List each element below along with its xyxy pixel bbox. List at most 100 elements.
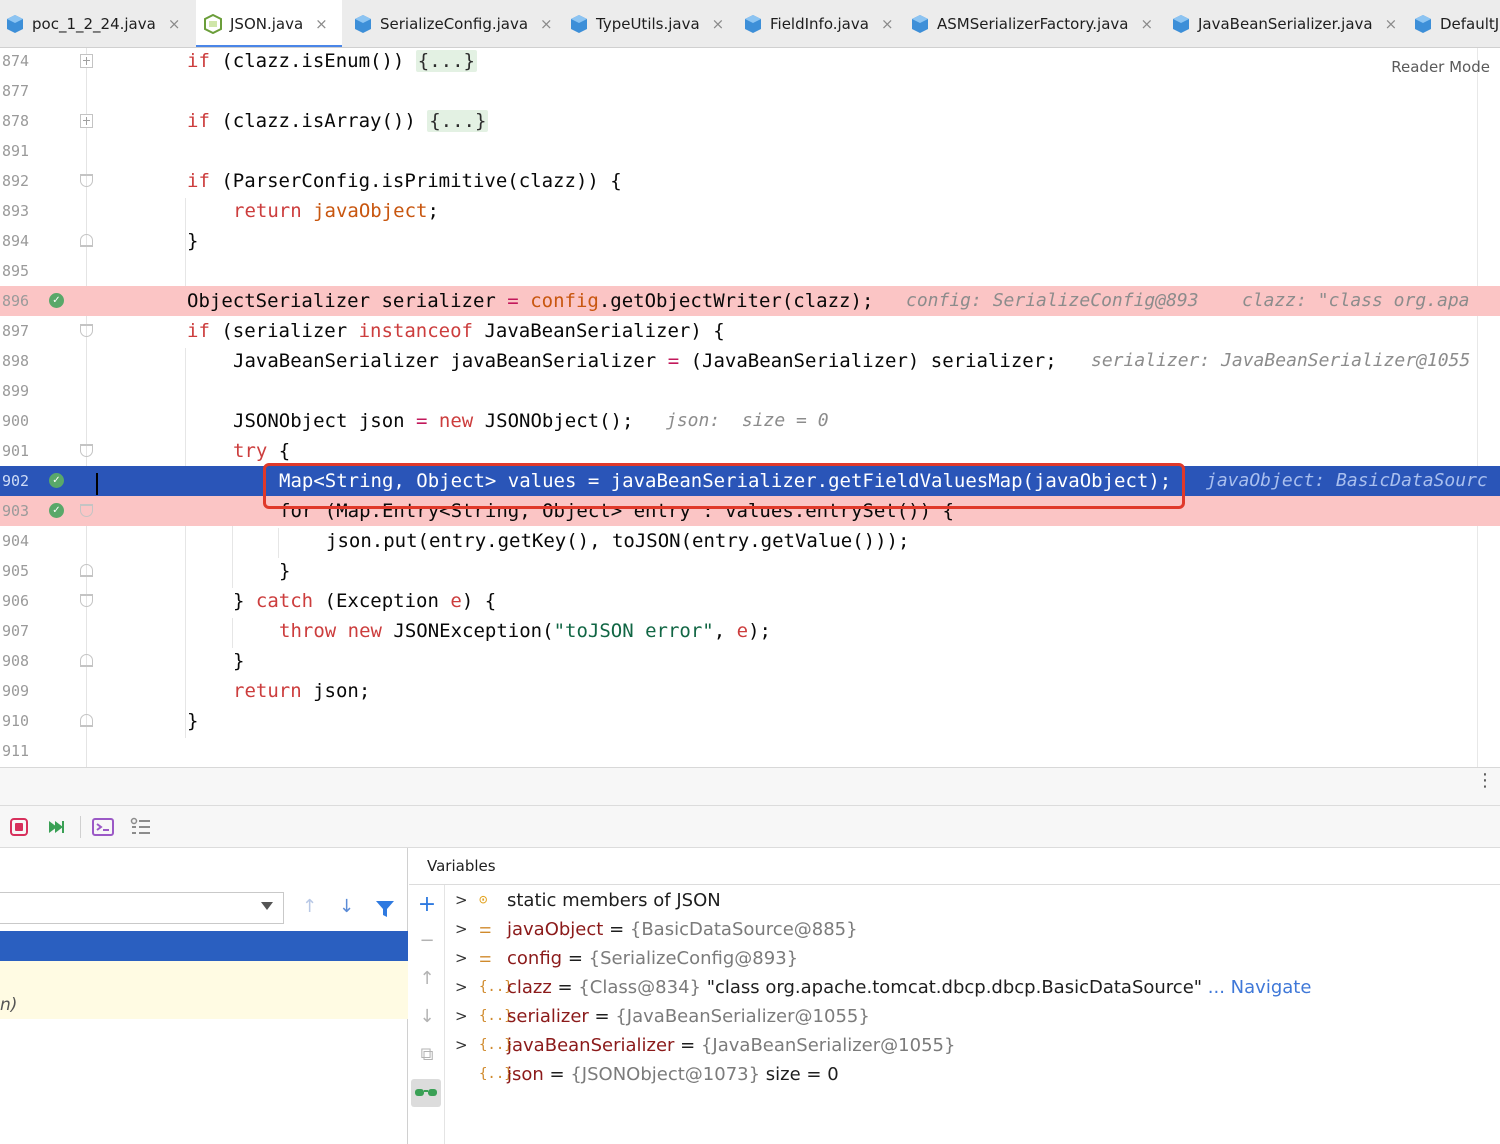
arrow-down-icon[interactable]: ↓: [339, 896, 354, 917]
arrow-up-icon[interactable]: ↑: [415, 967, 439, 991]
copy-icon[interactable]: ⧉: [415, 1043, 439, 1067]
threads-view-button[interactable]: [130, 816, 152, 838]
folded-block[interactable]: {...}: [415, 50, 477, 72]
frame-row[interactable]: n): [0, 991, 408, 1019]
close-icon[interactable]: ×: [1140, 15, 1153, 33]
code-text: if (clazz.isArray()) {...}: [187, 110, 489, 132]
fold-collapse-icon[interactable]: [80, 324, 93, 337]
code-line[interactable]: 905 }: [0, 556, 1500, 586]
close-icon[interactable]: ×: [712, 15, 725, 33]
fold-expand-icon[interactable]: [80, 54, 93, 68]
add-watch-icon[interactable]: +: [415, 893, 439, 917]
inline-debug-value: config: SerializeConfig@893 clazz: "clas…: [906, 290, 1470, 311]
expand-chevron-icon[interactable]: >: [455, 944, 468, 973]
code-line[interactable]: 897 if (serializer instanceof JavaBeanSe…: [0, 316, 1500, 346]
variable-row[interactable]: > {..} serializer = {JavaBeanSerializer@…: [445, 1002, 1500, 1031]
tab-type-utils[interactable]: TypeUtils.java ×: [570, 0, 724, 47]
line-number: 874: [2, 52, 30, 70]
breakpoint-verified-icon[interactable]: ✓: [49, 503, 64, 518]
fold-expand-icon[interactable]: [80, 114, 93, 128]
arrow-down-icon[interactable]: ↓: [415, 1005, 439, 1029]
code-line[interactable]: 894 }: [0, 226, 1500, 256]
code-line[interactable]: 892 if (ParserConfig.isPrimitive(clazz))…: [0, 166, 1500, 196]
close-icon[interactable]: ×: [168, 15, 181, 33]
frame-row-selected[interactable]: [0, 931, 408, 961]
variable-name: serializer: [507, 1006, 589, 1027]
variable-value: {SerializeConfig@893}: [588, 948, 799, 969]
filter-icon[interactable]: [375, 899, 395, 919]
code-text: return json;: [233, 680, 371, 702]
resume-program-button[interactable]: [45, 816, 67, 838]
code-line[interactable]: 909 return json;: [0, 676, 1500, 706]
line-number: 907: [2, 622, 30, 640]
tab-json-java[interactable]: JSON.java ×: [196, 0, 342, 47]
close-icon[interactable]: ×: [315, 15, 328, 33]
close-icon[interactable]: ×: [540, 15, 553, 33]
code-line[interactable]: 908 }: [0, 646, 1500, 676]
code-line[interactable]: 893 return javaObject;: [0, 196, 1500, 226]
variable-row[interactable]: > ⚌ javaObject = {BasicDataSource@885}: [445, 915, 1500, 944]
code-line[interactable]: 891: [0, 136, 1500, 166]
code-line[interactable]: 898 JavaBeanSerializer javaBeanSerialize…: [0, 346, 1500, 376]
code-line-breakpoint[interactable]: 896 ✓ ObjectSerializer serializer = conf…: [0, 286, 1500, 316]
navigate-link[interactable]: ... Navigate: [1202, 977, 1312, 998]
code-line[interactable]: 910 }: [0, 706, 1500, 736]
tab-poc-1-2-24[interactable]: poc_1_2_24.java ×: [6, 0, 180, 47]
frame-row[interactable]: [0, 961, 408, 991]
variable-row[interactable]: > ⚌ config = {SerializeConfig@893}: [445, 944, 1500, 973]
more-options-icon[interactable]: ⋮: [1476, 772, 1494, 790]
code-line[interactable]: 907 throw new JSONException("toJSON erro…: [0, 616, 1500, 646]
breakpoint-verified-icon[interactable]: ✓: [49, 473, 64, 488]
code-text: throw new JSONException("toJSON error", …: [279, 620, 771, 642]
close-icon[interactable]: ×: [1385, 15, 1398, 33]
expand-chevron-icon[interactable]: >: [455, 886, 468, 915]
variable-row[interactable]: > ⊙ static members of JSON: [445, 886, 1500, 915]
stop-debug-button[interactable]: [8, 816, 30, 838]
evaluate-console-button[interactable]: [92, 816, 114, 838]
code-line[interactable]: 904 json.put(entry.getKey(), toJSON(entr…: [0, 526, 1500, 556]
variable-row[interactable]: > {..} javaBeanSerializer = {JavaBeanSer…: [445, 1031, 1500, 1060]
tab-field-info[interactable]: FieldInfo.java ×: [744, 0, 894, 47]
expand-chevron-icon[interactable]: >: [455, 973, 468, 1002]
expand-chevron-icon[interactable]: >: [455, 1002, 468, 1031]
tab-java-bean-serializer[interactable]: JavaBeanSerializer.java ×: [1172, 0, 1397, 47]
tab-default-j[interactable]: DefaultJ: [1414, 0, 1499, 47]
arrow-up-icon[interactable]: ↑: [302, 896, 317, 917]
fold-collapse-icon[interactable]: [80, 174, 93, 187]
expand-chevron-icon[interactable]: >: [455, 915, 468, 944]
line-number: 909: [2, 682, 30, 700]
breakpoint-verified-icon[interactable]: ✓: [49, 293, 64, 308]
close-icon[interactable]: ×: [881, 15, 894, 33]
expand-chevron-icon[interactable]: >: [455, 1031, 468, 1060]
fold-end-icon[interactable]: [80, 714, 93, 727]
fold-collapse-icon[interactable]: [80, 444, 93, 457]
field-icon: ⚌: [479, 950, 492, 966]
java-class-icon: [1173, 14, 1189, 33]
line-number: 891: [2, 142, 30, 160]
code-line[interactable]: 901 try {: [0, 436, 1500, 466]
folded-block[interactable]: {...}: [427, 110, 489, 132]
fold-end-icon[interactable]: [80, 234, 93, 247]
code-line[interactable]: 877: [0, 76, 1500, 106]
show-inline-values-button[interactable]: [411, 1079, 441, 1107]
code-line[interactable]: 906 } catch (Exception e) {: [0, 586, 1500, 616]
variable-row[interactable]: > {..} clazz = {Class@834} "class org.ap…: [445, 973, 1500, 1002]
tab-label: FieldInfo.java: [770, 14, 869, 33]
code-editor[interactable]: Reader Mode 874 if (clazz.isEnum()) {...…: [0, 48, 1500, 768]
code-line[interactable]: 878 if (clazz.isArray()) {...}: [0, 106, 1500, 136]
tab-asm-serializer-factory[interactable]: ASMSerializerFactory.java ×: [911, 0, 1153, 47]
thread-selector-dropdown[interactable]: [0, 892, 284, 924]
code-line[interactable]: 911: [0, 736, 1500, 766]
line-number: 893: [2, 202, 30, 220]
code-line[interactable]: 895: [0, 256, 1500, 286]
code-line[interactable]: 874 if (clazz.isEnum()) {...}: [0, 48, 1500, 76]
fold-end-icon[interactable]: [80, 654, 93, 667]
variable-row[interactable]: {..} json = {JSONObject@1073} size = 0: [445, 1060, 1500, 1089]
tab-serialize-config[interactable]: SerializeConfig.java ×: [354, 0, 553, 47]
fold-end-icon[interactable]: [80, 564, 93, 577]
fold-collapse-icon[interactable]: [80, 594, 93, 607]
code-line[interactable]: 900 JSONObject json = new JSONObject(); …: [0, 406, 1500, 436]
code-line[interactable]: 899: [0, 376, 1500, 406]
remove-watch-icon[interactable]: −: [415, 929, 439, 953]
fold-collapse-icon[interactable]: [80, 504, 93, 517]
